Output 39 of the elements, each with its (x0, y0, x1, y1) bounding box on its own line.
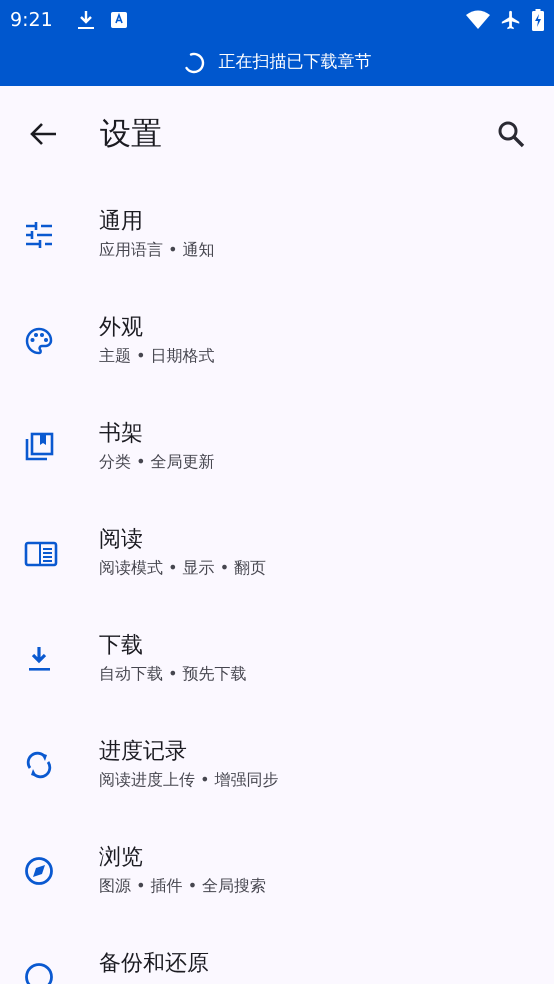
scanning-status-text: 正在扫描已下载章节 (218, 51, 372, 74)
loading-spinner-icon (182, 51, 206, 75)
sync-icon (24, 750, 54, 780)
item-title: 外观 (99, 314, 144, 342)
item-title: 备份和还原 (99, 950, 209, 978)
bookmark-collection-icon (24, 432, 54, 462)
compass-icon (24, 856, 54, 886)
settings-item[interactable]: 浏览 图源 • 插件 • 全局搜索 (0, 818, 554, 924)
app-notification-icon (110, 12, 127, 28)
settings-item[interactable]: 进度记录 阅读进度上传 • 增强同步 (0, 712, 554, 818)
settings-item[interactable]: 通用 应用语言 • 通知 (0, 182, 554, 288)
item-subtitle: 分类 • 全局更新 (99, 451, 215, 473)
item-subtitle: 阅读模式 • 显示 • 翻页 (99, 557, 266, 579)
item-subtitle: 阅读进度上传 • 增强同步 (99, 769, 279, 791)
item-title: 阅读 (99, 526, 144, 554)
item-subtitle: 应用语言 • 通知 (99, 239, 215, 261)
item-title: 浏览 (99, 844, 144, 872)
download-icon (76, 10, 95, 30)
settings-item[interactable]: 书架 分类 • 全局更新 (0, 394, 554, 500)
item-subtitle: 图源 • 插件 • 全局搜索 (99, 875, 266, 897)
sliders-icon (24, 220, 54, 250)
page-title: 设置 (100, 114, 162, 154)
settings-item[interactable]: 阅读 阅读模式 • 显示 • 翻页 (0, 500, 554, 606)
item-title: 通用 (99, 208, 144, 236)
item-title: 下载 (99, 632, 144, 660)
wifi-icon (466, 10, 490, 30)
settings-item[interactable]: 外观 主题 • 日期格式 (0, 288, 554, 394)
item-subtitle: 主题 • 日期格式 (99, 345, 215, 367)
settings-item[interactable]: 备份和还原 (0, 924, 554, 984)
search-icon (497, 120, 525, 148)
item-title: 进度记录 (99, 738, 188, 766)
item-subtitle: 自动下载 • 预先下载 (99, 663, 247, 685)
clock-time: 9:21 (10, 8, 53, 33)
palette-icon (24, 326, 54, 356)
airplane-icon (500, 9, 522, 31)
settings-item[interactable]: 下载 自动下载 • 预先下载 (0, 606, 554, 712)
battery-charging-icon (532, 9, 544, 31)
item-title: 书架 (99, 420, 144, 448)
back-arrow-icon (29, 122, 57, 146)
